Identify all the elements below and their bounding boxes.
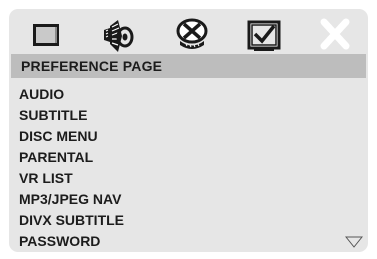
menu-item-mp3-jpeg-nav[interactable]: MP3/JPEG NAV [19, 189, 124, 210]
setup-icon-bar [9, 9, 368, 59]
setup-menu-panel: PREFERENCE PAGE AUDIO SUBTITLE DISC MENU… [9, 9, 368, 252]
menu-item-parental[interactable]: PARENTAL [19, 147, 124, 168]
preference-icon[interactable] [244, 14, 284, 54]
menu-item-divx-subtitle[interactable]: DIVX SUBTITLE [19, 210, 124, 231]
page-title-bar: PREFERENCE PAGE [11, 54, 366, 78]
general-setup-icon[interactable] [26, 14, 66, 54]
audio-setup-icon[interactable] [98, 14, 138, 54]
menu-item-vr-list[interactable]: VR LIST [19, 168, 124, 189]
preference-menu-list: AUDIO SUBTITLE DISC MENU PARENTAL VR LIS… [19, 84, 124, 252]
exit-icon[interactable] [315, 14, 355, 54]
scroll-down-icon[interactable] [345, 235, 363, 249]
menu-item-password[interactable]: PASSWORD [19, 231, 124, 252]
video-setup-icon[interactable] [172, 14, 212, 54]
page-title: PREFERENCE PAGE [21, 58, 163, 74]
menu-item-subtitle[interactable]: SUBTITLE [19, 105, 124, 126]
menu-item-audio[interactable]: AUDIO [19, 84, 124, 105]
menu-item-disc-menu[interactable]: DISC MENU [19, 126, 124, 147]
